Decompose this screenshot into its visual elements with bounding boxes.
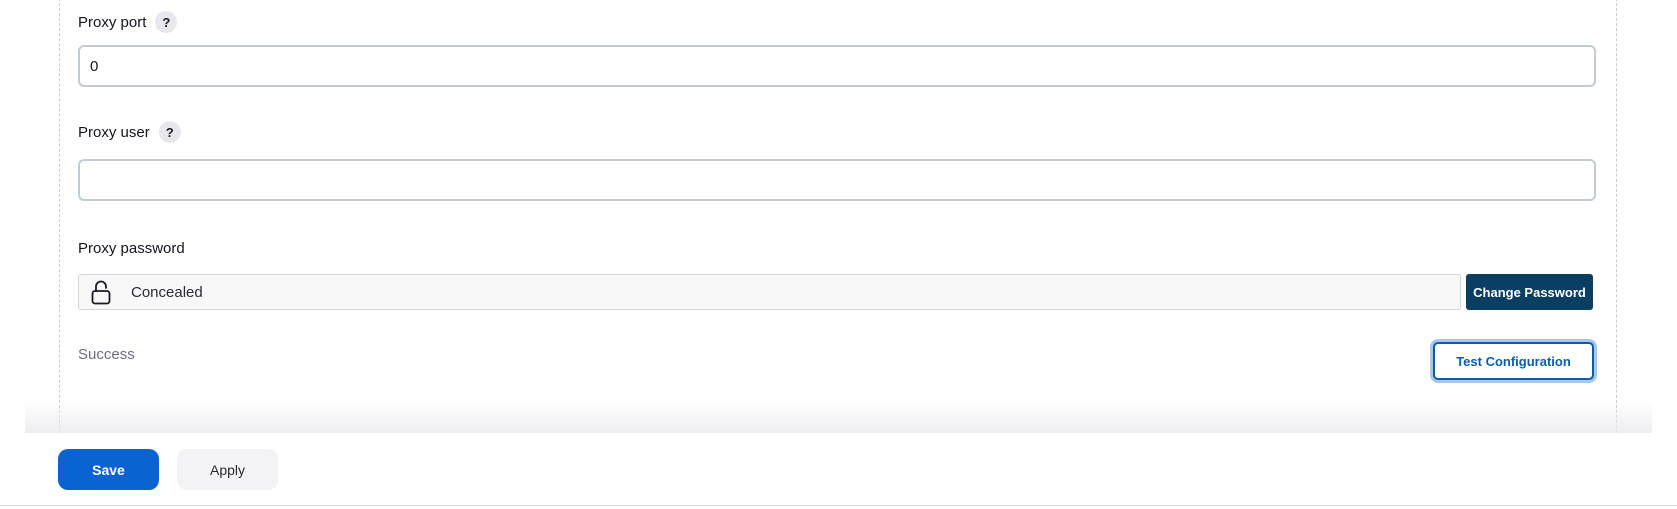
- test-configuration-button[interactable]: Test Configuration: [1433, 342, 1594, 380]
- proxy-port-help-icon[interactable]: ?: [155, 11, 178, 33]
- proxy-user-input[interactable]: [78, 159, 1596, 201]
- apply-button[interactable]: Apply: [177, 449, 278, 490]
- proxy-configuration-page: Proxy port ? Proxy user ? Proxy password…: [0, 0, 1677, 509]
- proxy-password-label: Proxy password: [78, 240, 185, 257]
- test-status-text: Success: [78, 346, 135, 363]
- concealed-text: Concealed: [131, 283, 203, 301]
- proxy-password-concealed-field: Concealed: [78, 274, 1461, 310]
- proxy-password-label-row: Proxy password: [78, 240, 185, 257]
- proxy-user-label: Proxy user: [78, 123, 150, 141]
- proxy-user-label-row: Proxy user ?: [78, 121, 181, 143]
- bottom-bar-shadow: [25, 400, 1652, 434]
- proxy-port-input[interactable]: [78, 45, 1596, 87]
- lock-icon: [91, 279, 111, 305]
- save-button[interactable]: Save: [58, 449, 159, 490]
- proxy-user-help-icon[interactable]: ?: [158, 121, 181, 143]
- proxy-port-label-row: Proxy port ?: [78, 11, 178, 33]
- change-password-button[interactable]: Change Password: [1466, 274, 1593, 310]
- proxy-port-label: Proxy port: [78, 13, 147, 31]
